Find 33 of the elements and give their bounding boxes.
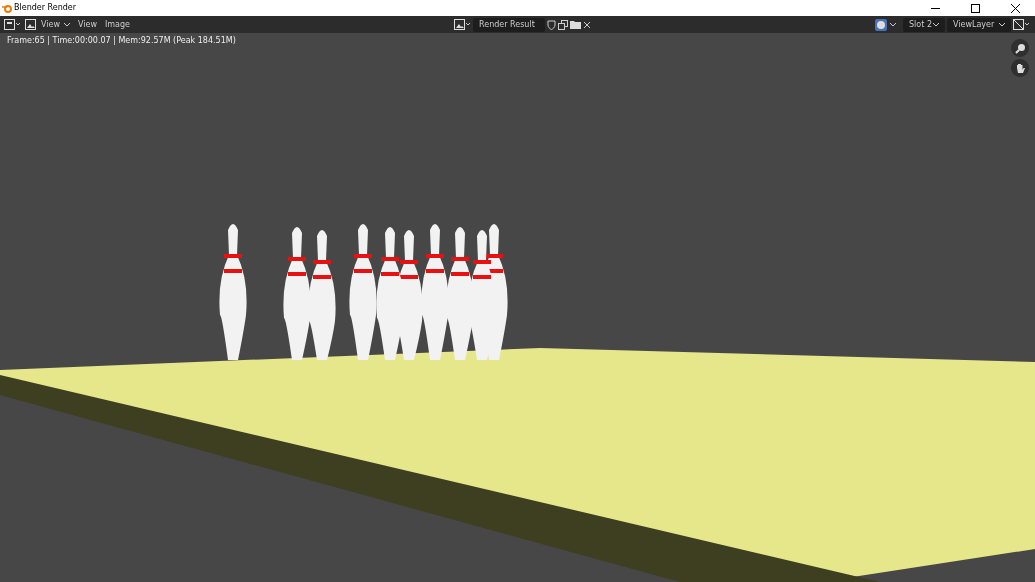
image-name-field[interactable]: Render Result xyxy=(473,17,546,32)
close-icon[interactable] xyxy=(583,20,592,29)
sphere-icon xyxy=(875,18,887,31)
menu-item[interactable]: View xyxy=(74,18,101,31)
render-slot-button[interactable] xyxy=(875,18,897,31)
app-logo-icon xyxy=(2,3,12,13)
close-icon xyxy=(1010,3,1020,13)
hand-icon xyxy=(1015,62,1025,74)
pan-button[interactable] xyxy=(1011,59,1029,77)
caret-icon xyxy=(64,22,70,27)
display-channels-button[interactable] xyxy=(1013,19,1031,30)
image-icon xyxy=(25,19,37,30)
caret-icon xyxy=(933,22,939,27)
channels-icon xyxy=(1013,19,1031,30)
editor-type-button[interactable] xyxy=(4,19,21,30)
maximize-icon xyxy=(970,3,980,13)
image-icon xyxy=(454,19,472,30)
zoom-button[interactable] xyxy=(1011,39,1029,57)
shield-icon[interactable] xyxy=(547,19,557,30)
caret-icon xyxy=(887,22,897,27)
slot-dropdown[interactable]: Slot 2 xyxy=(903,17,945,32)
duplicate-icon[interactable] xyxy=(558,19,569,30)
image-browse-button[interactable] xyxy=(454,19,472,30)
zoom-icon xyxy=(1014,42,1026,54)
view-layer-dropdown[interactable]: ViewLayer xyxy=(947,17,1011,32)
view-mode-dropdown[interactable]: View xyxy=(25,18,70,31)
folder-icon[interactable] xyxy=(570,20,582,29)
window-title: Blender Render xyxy=(14,2,76,14)
minimize-icon xyxy=(930,7,940,9)
menu-item[interactable]: Image xyxy=(100,18,135,31)
render-info-text: Frame:65 | Time:00:00.07 | Mem:92.57M (Peak 184.51M) xyxy=(7,35,236,47)
image-editor-icon xyxy=(4,19,21,30)
caret-icon xyxy=(999,22,1005,27)
